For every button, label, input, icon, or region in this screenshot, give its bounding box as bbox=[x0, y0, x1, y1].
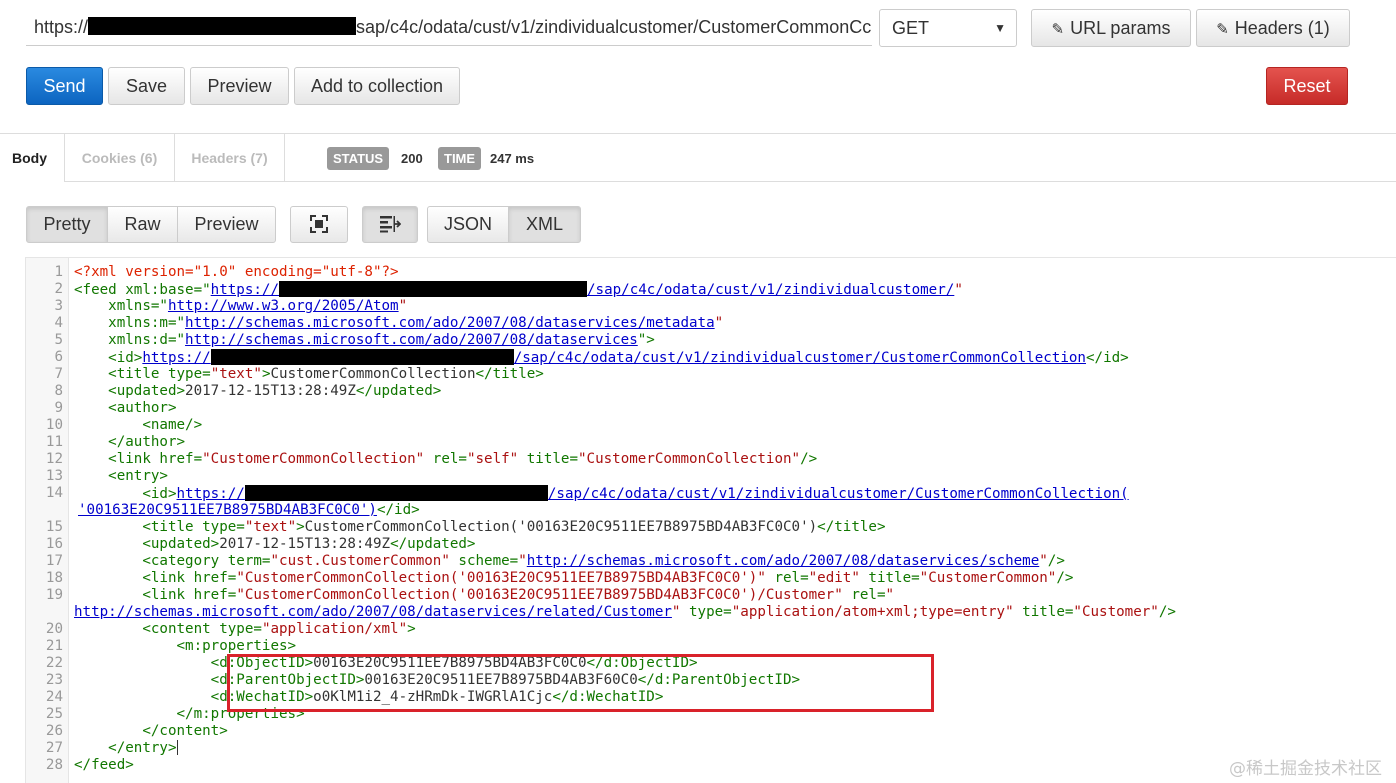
status-value: 200 bbox=[401, 151, 423, 166]
url-suffix: sap/c4c/odata/cust/v1/zindividualcustome… bbox=[356, 17, 872, 37]
save-button[interactable]: Save bbox=[108, 67, 185, 105]
redacted-host bbox=[88, 17, 357, 35]
text-cursor bbox=[176, 740, 178, 755]
url-prefix: https:// bbox=[34, 17, 89, 37]
wrap-lines-button[interactable] bbox=[362, 206, 418, 243]
time-value: 247 ms bbox=[490, 151, 535, 166]
reset-button[interactable]: Reset bbox=[1266, 67, 1348, 105]
time-badge: TIME bbox=[438, 147, 482, 170]
send-button[interactable]: Send bbox=[26, 67, 103, 105]
caret-down-icon: ▼ bbox=[994, 21, 1006, 35]
pretty-button[interactable]: Pretty bbox=[26, 206, 108, 243]
headers-label: Headers (1) bbox=[1234, 18, 1330, 38]
raw-button[interactable]: Raw bbox=[107, 206, 178, 243]
wrap-lines-icon bbox=[380, 216, 402, 233]
json-button[interactable]: JSON bbox=[427, 206, 509, 243]
tab-cookies[interactable]: Cookies (6) bbox=[65, 134, 175, 182]
url-input[interactable]: https:// sap/c4c/odata/cust/v1/zindividua… bbox=[26, 8, 872, 46]
edit-icon: ✎ bbox=[1216, 21, 1229, 38]
preview-view-button[interactable]: Preview bbox=[177, 206, 276, 243]
tab-headers[interactable]: Headers (7) bbox=[175, 134, 285, 182]
edit-icon: ✎ bbox=[1051, 21, 1065, 38]
watermark: @稀土掘金技术社区 bbox=[1229, 759, 1382, 779]
xml-button[interactable]: XML bbox=[508, 206, 581, 243]
add-to-collection-button[interactable]: Add to collection bbox=[294, 67, 460, 105]
preview-button[interactable]: Preview bbox=[190, 67, 289, 105]
highlight-box bbox=[227, 654, 934, 712]
tab-body[interactable]: Body bbox=[0, 134, 65, 182]
headers-button[interactable]: ✎ Headers (1) bbox=[1196, 9, 1350, 47]
method-select[interactable]: GET ▼ bbox=[879, 9, 1017, 47]
fullscreen-button[interactable] bbox=[290, 206, 348, 243]
fullscreen-icon bbox=[310, 215, 328, 233]
response-tabs-bar: Body Cookies (6) Headers (7) STATUS 200 … bbox=[0, 133, 1396, 182]
method-value: GET bbox=[892, 18, 930, 38]
status-badge: STATUS bbox=[327, 147, 390, 170]
url-params-label: URL params bbox=[1070, 18, 1171, 38]
url-params-button[interactable]: ✎ URL params bbox=[1031, 9, 1191, 47]
